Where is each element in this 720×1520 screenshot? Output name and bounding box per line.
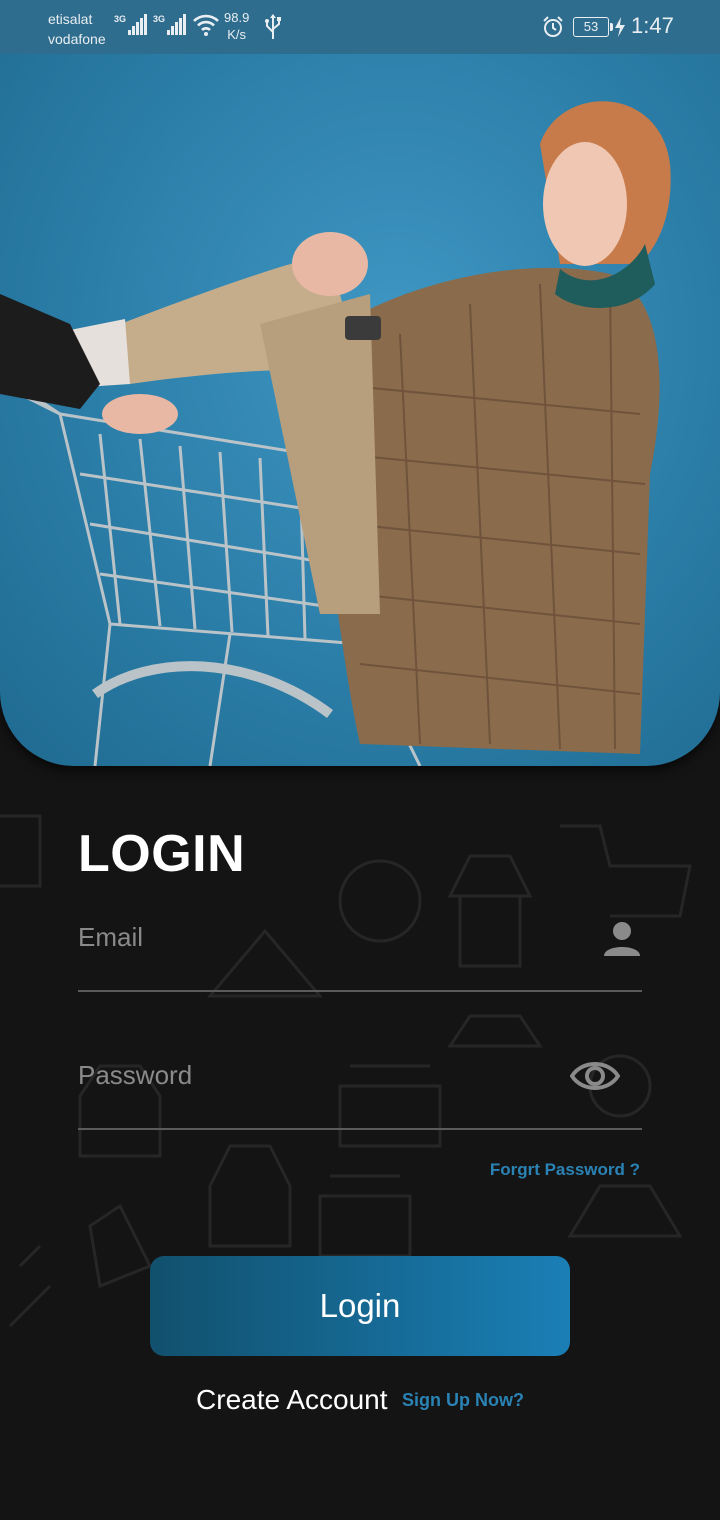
status-bar: etisalat vodafone 3G 3G 98.9 K/s 53 1:47 [0,0,720,54]
network-speed: 98.9 K/s [224,9,249,43]
password-underline [78,1128,642,1130]
forgot-password-link[interactable]: Forgrt Password ? [490,1160,640,1180]
network-type-2: 3G [153,14,166,24]
email-underline [78,990,642,992]
create-account-row: Create Account Sign Up Now? [0,1384,720,1416]
alarm-icon [543,16,563,37]
speed-value: 98.9 [224,10,250,25]
hero-illustration [0,101,671,766]
email-field-container: Email [78,900,642,992]
status-time: 1:47 [631,13,674,38]
signal-icon: 3G [153,14,187,35]
page-title: LOGIN [78,825,246,883]
speed-unit: K/s [227,27,247,42]
password-field-container: Password [78,1038,642,1130]
wifi-icon [193,14,219,36]
create-account-label: Create Account [196,1384,388,1415]
face [543,142,627,266]
login-button[interactable]: Login [150,1256,570,1356]
charging-icon [615,17,625,37]
signup-link[interactable]: Sign Up Now? [402,1390,524,1410]
carrier-names: etisalat vodafone [48,9,106,49]
usb-icon [265,14,281,39]
signal-icon: 3G [114,14,148,35]
battery-icon: 53 [573,17,613,37]
eye-icon[interactable] [570,1056,620,1096]
hero-photo [0,54,720,766]
email-field[interactable] [78,900,548,988]
network-type-1: 3G [114,14,127,24]
carrier-2: vodafone [48,31,106,47]
person-icon [604,922,640,956]
carrier-1: etisalat [48,11,93,27]
password-field[interactable] [78,1038,548,1126]
